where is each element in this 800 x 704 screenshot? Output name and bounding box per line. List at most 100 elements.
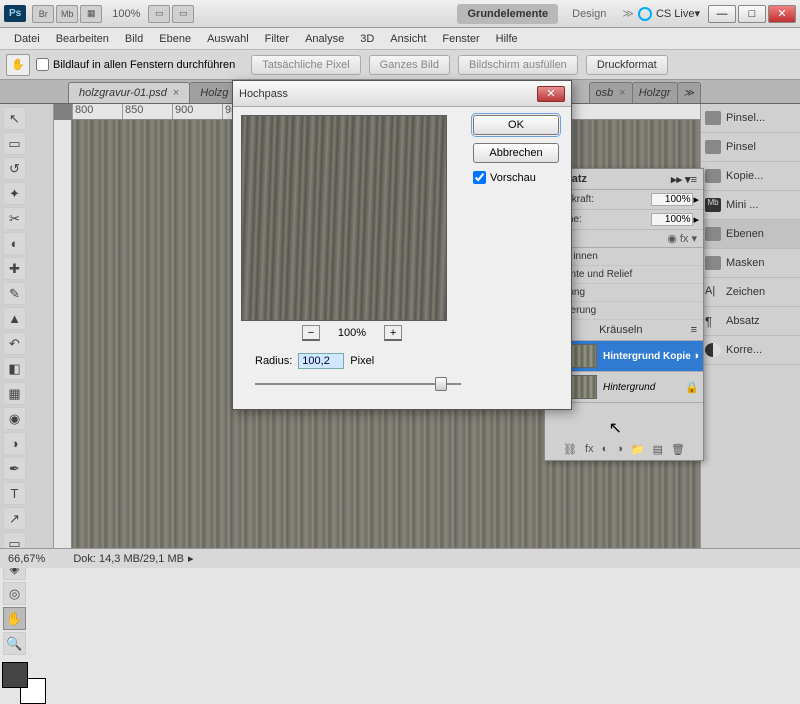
scroll-all-windows-checkbox[interactable]: Bildlauf in allen Fenstern durchführen	[36, 58, 235, 71]
workspace-grundelemente[interactable]: Grundelemente	[457, 4, 558, 24]
magic-wand-tool[interactable]: ✦	[3, 182, 26, 205]
cslive-ring-icon	[638, 7, 652, 21]
zoom-in-button[interactable]: +	[384, 325, 402, 341]
radius-input[interactable]	[298, 353, 344, 369]
layer-thumbnail[interactable]	[569, 375, 597, 399]
hand-tool-icon[interactable]: ✋	[6, 54, 30, 76]
menu-analyse[interactable]: Analyse	[297, 30, 352, 48]
radius-slider[interactable]	[255, 375, 461, 393]
actual-pixels-button[interactable]: Tatsächliche Pixel	[251, 55, 360, 75]
menu-bar: Datei Bearbeiten Bild Ebene Auswahl Filt…	[0, 28, 800, 50]
menu-ansicht[interactable]: Ansicht	[382, 30, 434, 48]
maximize-button[interactable]: □	[738, 5, 766, 23]
zoom-tool[interactable]: 🔍	[3, 632, 26, 655]
trash-icon[interactable]: 🗑	[671, 443, 685, 456]
preview-checkbox[interactable]: Vorschau	[473, 171, 563, 184]
minibridge-button[interactable]: Mb	[56, 5, 78, 23]
panel-ebenen[interactable]: Ebenen	[701, 220, 800, 249]
bridge-button[interactable]: Br	[32, 5, 54, 23]
dialog-close-button[interactable]: ✕	[537, 86, 565, 102]
zoom-level[interactable]: 100%	[112, 8, 140, 20]
title-bar: Ps Br Mb ▦ 100% ▭ ▭ Grundelemente Design…	[0, 0, 800, 28]
foreground-swatch[interactable]	[2, 662, 28, 688]
color-swatches[interactable]	[2, 662, 50, 704]
close-button[interactable]: ✕	[768, 5, 796, 23]
fill-input[interactable]: 100%	[651, 213, 693, 226]
type-tool[interactable]: T	[3, 482, 26, 505]
menu-hilfe[interactable]: Hilfe	[488, 30, 526, 48]
cancel-button[interactable]: Abbrechen	[473, 143, 559, 163]
character-icon: A|	[705, 285, 721, 299]
slider-thumb-icon[interactable]	[435, 377, 447, 391]
pen-tool[interactable]: ✒	[3, 457, 26, 480]
menu-filter[interactable]: Filter	[257, 30, 297, 48]
layer-thumbnail[interactable]	[569, 344, 597, 368]
panel-kopie[interactable]: Kopie...	[701, 162, 800, 191]
new-layer-icon[interactable]: ▤	[653, 443, 663, 456]
brush-tool[interactable]: ✎	[3, 282, 26, 305]
paragraph-icon: ¶	[705, 314, 721, 328]
panel-minibridge[interactable]: MbMini ...	[701, 191, 800, 220]
dodge-tool[interactable]: ◑	[3, 432, 26, 455]
opacity-input[interactable]: 100%	[651, 193, 693, 206]
history-brush-tool[interactable]: ↶	[3, 332, 26, 355]
screen-mode-button[interactable]: ▭	[172, 5, 194, 23]
print-size-button[interactable]: Druckformat	[586, 55, 668, 75]
panel-absatz[interactable]: ¶Absatz	[701, 307, 800, 336]
crop-tool[interactable]: ✂	[3, 207, 26, 230]
menu-ebene[interactable]: Ebene	[151, 30, 199, 48]
gradient-tool[interactable]: ▦	[3, 382, 26, 405]
mask-icon[interactable]: ◐	[602, 443, 609, 456]
3d-camera-tool[interactable]: ◎	[3, 582, 26, 605]
path-select-tool[interactable]: ↗	[3, 507, 26, 530]
stamp-tool[interactable]: ▲	[3, 307, 26, 330]
panel-pinsel[interactable]: Pinsel	[701, 133, 800, 162]
panel-pinsel-presets[interactable]: Pinsel...	[701, 104, 800, 133]
hand-tool[interactable]: ✋	[3, 607, 26, 630]
healing-tool[interactable]: ✚	[3, 257, 26, 280]
workspace-design[interactable]: Design	[562, 4, 616, 24]
menu-bild[interactable]: Bild	[117, 30, 151, 48]
menu-datei[interactable]: Datei	[6, 30, 48, 48]
minimize-button[interactable]: —	[708, 5, 736, 23]
document-tabs-right: osb× Holzgr ≫	[589, 82, 700, 103]
menu-fenster[interactable]: Fenster	[434, 30, 487, 48]
workspace-more-icon[interactable]: ≫	[622, 7, 634, 20]
dialog-titlebar[interactable]: Hochpass ✕	[233, 81, 571, 107]
zoom-out-button[interactable]: −	[302, 325, 320, 341]
tool-palette: ↖ ▭ ↺ ✦ ✂ ◐ ✚ ✎ ▲ ↶ ◧ ▦ ◉ ◑ ✒ T ↗ ▭ ◈ ◎ …	[0, 104, 54, 548]
cs-live-button[interactable]: CS Live ▾	[638, 7, 700, 21]
tab-holzgravur[interactable]: holzgravur-01.psd×	[68, 82, 190, 103]
tab-close-icon[interactable]: ×	[173, 87, 179, 99]
move-tool[interactable]: ↖	[3, 107, 26, 130]
marquee-tool[interactable]: ▭	[3, 132, 26, 155]
status-zoom[interactable]: 66,67%	[8, 553, 45, 565]
fit-screen-button[interactable]: Ganzes Bild	[369, 55, 450, 75]
status-doc-size[interactable]: Dok: 14,3 MB/29,1 MB	[73, 553, 184, 565]
menu-auswahl[interactable]: Auswahl	[199, 30, 257, 48]
ruler-vertical	[54, 120, 72, 548]
tab-holzgr[interactable]: Holzgr	[632, 82, 678, 103]
arrange-button[interactable]: ▭	[148, 5, 170, 23]
lasso-tool[interactable]: ↺	[3, 157, 26, 180]
panel-masken[interactable]: Masken	[701, 249, 800, 278]
folder-icon[interactable]: 📁	[631, 443, 645, 456]
tabs-overflow[interactable]: ≫	[677, 82, 701, 103]
right-panel-dock: Pinsel... Pinsel Kopie... MbMini ... Ebe…	[700, 104, 800, 548]
menu-3d[interactable]: 3D	[352, 30, 382, 48]
view-extras-button[interactable]: ▦	[80, 5, 102, 23]
tab-osb[interactable]: osb×	[589, 82, 633, 103]
panel-korrekturen[interactable]: Korre...	[701, 336, 800, 365]
adjustment-icon[interactable]: ◑	[616, 443, 623, 456]
eraser-tool[interactable]: ◧	[3, 357, 26, 380]
link-layers-icon[interactable]: ⛓	[563, 443, 577, 456]
eyedropper-tool[interactable]: ◐	[3, 232, 26, 255]
filter-preview[interactable]	[241, 115, 447, 321]
panel-zeichen[interactable]: A|Zeichen	[701, 278, 800, 307]
fill-screen-button[interactable]: Bildschirm ausfüllen	[458, 55, 578, 75]
ok-button[interactable]: OK	[473, 115, 559, 135]
menu-bearbeiten[interactable]: Bearbeiten	[48, 30, 117, 48]
blur-tool[interactable]: ◉	[3, 407, 26, 430]
hochpass-dialog: Hochpass ✕ − 100% + Radius: Pixel OK Abb…	[232, 80, 572, 410]
fx-icon[interactable]: fx	[585, 443, 594, 456]
